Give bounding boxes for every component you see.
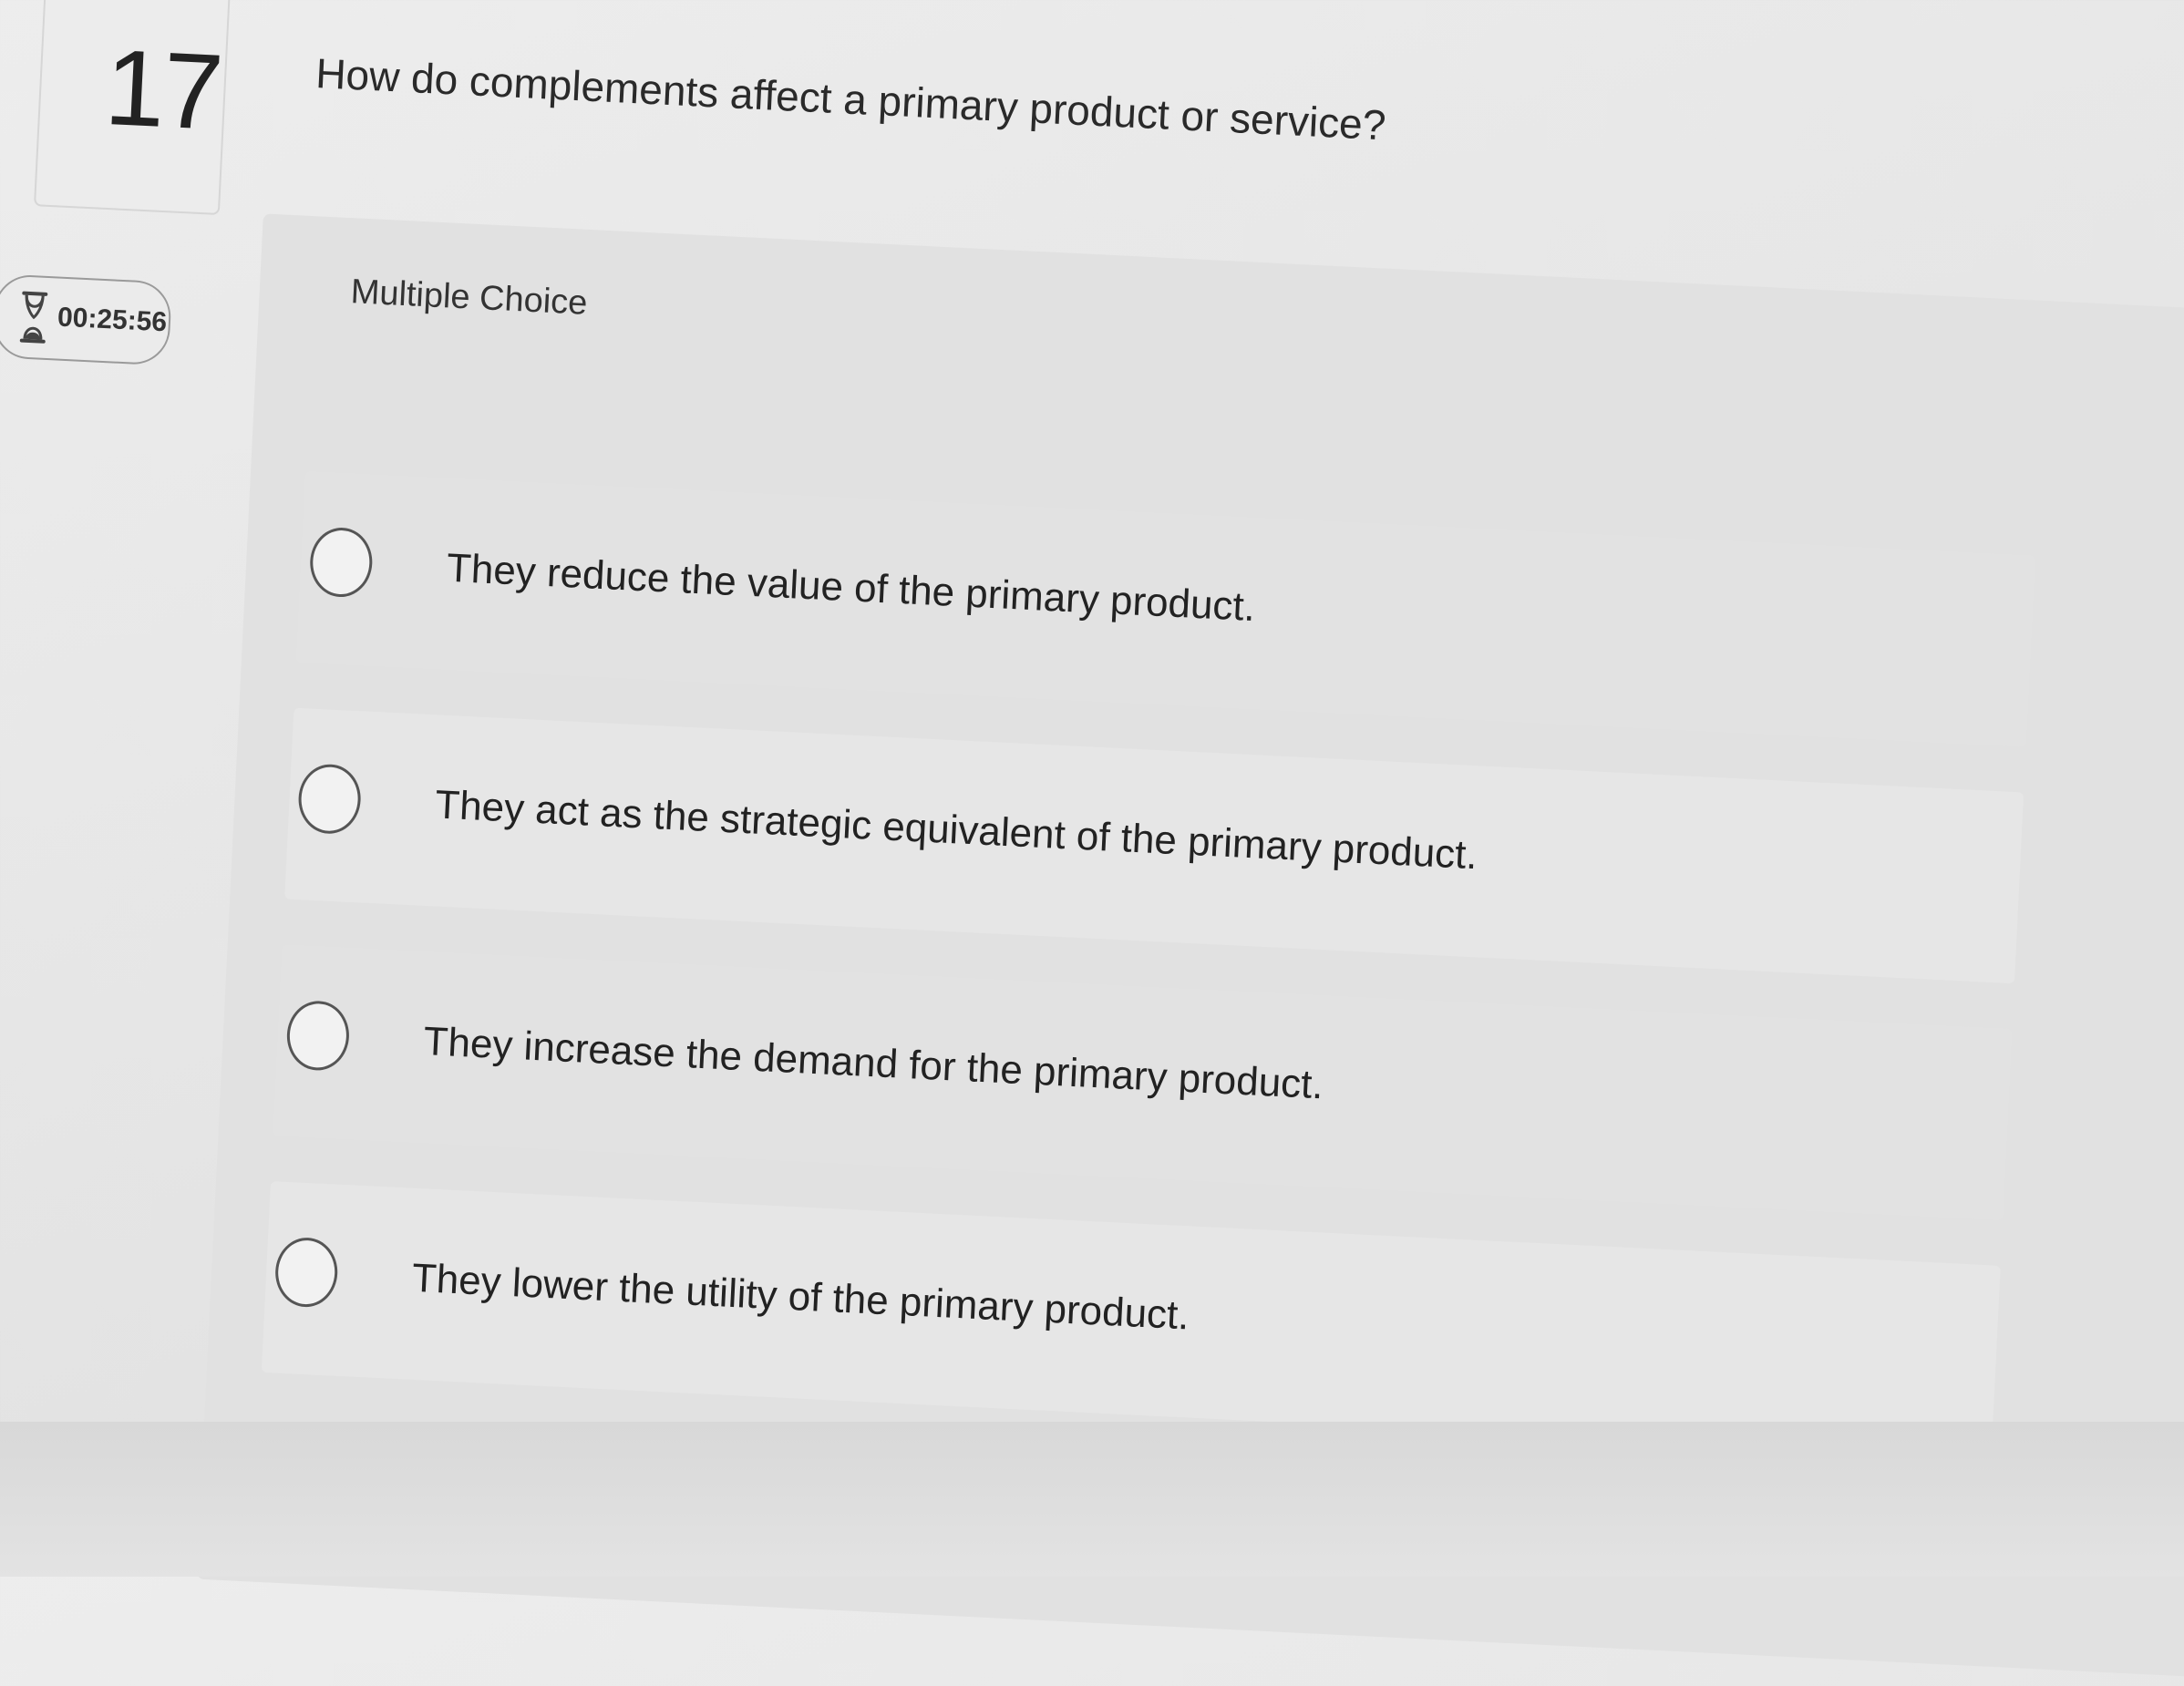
timer-text: 00:25:56 <box>57 302 168 338</box>
question-text: How do complements affect a primary prod… <box>314 49 1387 149</box>
answer-option-label: They reduce the value of the primary pro… <box>445 545 1257 631</box>
answer-option-label: They act as the strategic equivalent of … <box>434 782 1478 879</box>
answer-option-label: They increase the demand for the primary… <box>422 1019 1324 1108</box>
radio-button[interactable] <box>285 999 351 1073</box>
question-number-card: 17 <box>34 0 231 216</box>
hourglass-icon <box>19 291 48 344</box>
timer-badge[interactable]: 00:25:56 <box>0 273 173 366</box>
question-number: 17 <box>102 26 224 153</box>
radio-button[interactable] <box>308 526 375 599</box>
radio-button[interactable] <box>296 763 363 836</box>
page-bottom-edge <box>0 1422 2184 1577</box>
answer-option-label: They lower the utility of the primary pr… <box>410 1255 1190 1339</box>
radio-button[interactable] <box>273 1236 340 1309</box>
